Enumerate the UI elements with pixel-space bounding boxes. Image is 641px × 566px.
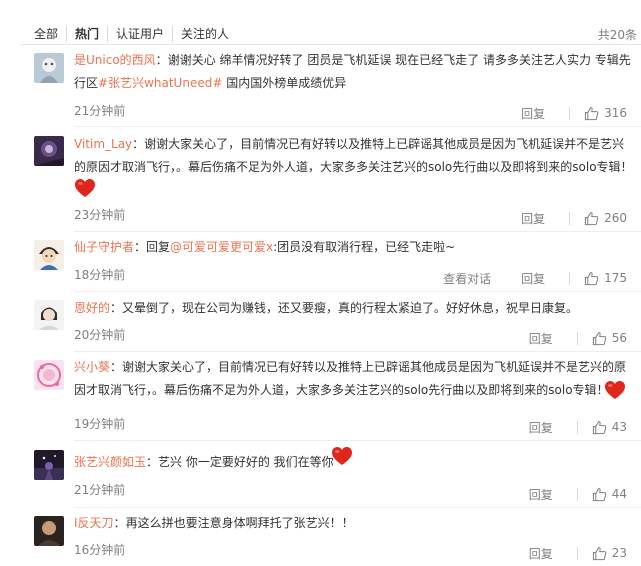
separator: ： bbox=[132, 137, 145, 151]
like-button[interactable]: 56 bbox=[592, 331, 627, 346]
comment-time: 16分钟前 bbox=[74, 543, 126, 557]
action-divider bbox=[576, 487, 578, 501]
like-button[interactable]: 23 bbox=[592, 546, 627, 561]
thumbs-up-icon bbox=[584, 106, 599, 120]
action-divider bbox=[576, 546, 578, 560]
separator: ： bbox=[155, 53, 168, 67]
thumbs-up-icon bbox=[584, 211, 599, 225]
comment-username[interactable]: Vitim_Lay bbox=[74, 137, 132, 151]
separator: ： bbox=[110, 301, 123, 315]
divider bbox=[74, 351, 641, 352]
like-count: 260 bbox=[604, 211, 627, 225]
hashtag-link[interactable]: #张艺兴whatUneed# bbox=[98, 76, 222, 90]
comment-time: 18分钟前 bbox=[74, 268, 126, 282]
avatar[interactable] bbox=[34, 53, 64, 83]
reply-button[interactable]: 回复 bbox=[529, 545, 553, 562]
like-button[interactable]: 44 bbox=[592, 487, 627, 502]
heart-emoji-icon bbox=[604, 380, 626, 400]
reply-button[interactable]: 回复 bbox=[529, 330, 553, 347]
thumbs-up-icon bbox=[592, 420, 606, 434]
comment-actions: 回复 56 bbox=[529, 328, 627, 348]
like-button[interactable]: 316 bbox=[584, 106, 627, 121]
action-divider bbox=[569, 271, 571, 285]
comment-time: 20分钟前 bbox=[74, 328, 126, 342]
comment-text: 再这么拼也要注意身体啊拜托了张艺兴！！ bbox=[125, 516, 354, 530]
comment-list: 是Unico的西风：谢谢关心 绵羊情况好转了 团员是飞机延误 现在已经飞走了 请… bbox=[0, 0, 641, 566]
like-count: 175 bbox=[604, 271, 627, 285]
like-count: 23 bbox=[611, 546, 627, 560]
reply-button[interactable]: 回复 bbox=[521, 210, 545, 227]
comment-time: 23分钟前 bbox=[74, 208, 126, 222]
like-count: 43 bbox=[611, 420, 627, 434]
avatar[interactable] bbox=[34, 240, 64, 270]
like-count: 56 bbox=[611, 331, 627, 345]
comment-username[interactable]: 兴小葵 bbox=[74, 360, 110, 374]
divider bbox=[74, 440, 641, 441]
comment-actions: 回复 43 bbox=[529, 417, 627, 437]
separator: ： bbox=[113, 516, 126, 530]
thumbs-up-icon bbox=[592, 331, 606, 345]
comment-text: 谢谢大家关心了，目前情况已有好转以及推特上已辟谣其他成员是因为飞机延误并不是艺兴… bbox=[74, 360, 627, 397]
action-divider bbox=[569, 106, 571, 120]
comment-actions: 回复 316 bbox=[521, 103, 627, 123]
avatar[interactable] bbox=[34, 360, 64, 390]
comment-time: 19分钟前 bbox=[74, 417, 126, 431]
comment-username[interactable]: 张艺兴颜如玉 bbox=[74, 455, 146, 469]
avatar[interactable] bbox=[34, 516, 64, 546]
like-button[interactable]: 260 bbox=[584, 211, 627, 226]
separator: ：回复 bbox=[134, 240, 171, 254]
comment-text: 艺兴 你一定要好好的 我们在等你 bbox=[158, 455, 334, 469]
comment-actions: 回复 260 bbox=[521, 208, 627, 228]
divider bbox=[74, 291, 641, 292]
thumbs-up-icon bbox=[592, 546, 606, 560]
comment-username[interactable]: 是Unico的西风 bbox=[74, 53, 156, 67]
action-divider bbox=[576, 420, 578, 434]
comment-username[interactable]: 仙子守护者 bbox=[74, 240, 134, 254]
avatar[interactable] bbox=[34, 300, 64, 330]
reply-button[interactable]: 回复 bbox=[521, 105, 545, 122]
comment-actions: 回复 23 bbox=[529, 543, 627, 563]
comment-body: I反天刀：再这么拼也要注意身体啊拜托了张艺兴！！ bbox=[74, 512, 634, 535]
comment-text: 谢谢大家关心了，目前情况已有好转以及推特上已辟谣其他成员是因为飞机延误并不是艺兴… bbox=[74, 137, 633, 174]
mention-link[interactable]: @可爱可爱更可爱x bbox=[170, 240, 273, 254]
comment-text: :团员没有取消行程，已经飞走啦~ bbox=[273, 240, 456, 254]
action-divider bbox=[569, 211, 571, 225]
thumbs-up-icon bbox=[584, 271, 599, 285]
comment-time: 21分钟前 bbox=[74, 483, 126, 497]
divider bbox=[74, 507, 641, 508]
comment-body: 仙子守护者：回复@可爱可爱更可爱x:团员没有取消行程，已经飞走啦~ bbox=[74, 236, 634, 259]
like-count: 44 bbox=[611, 487, 627, 501]
separator: ： bbox=[146, 455, 159, 469]
like-button[interactable]: 43 bbox=[592, 420, 627, 435]
like-button[interactable]: 175 bbox=[584, 271, 627, 286]
comment-body: 兴小葵：谢谢大家关心了，目前情况已有好转以及推特上已辟谣其他成员是因为飞机延误并… bbox=[74, 356, 634, 402]
divider bbox=[74, 126, 641, 127]
heart-emoji-icon bbox=[331, 446, 353, 466]
divider bbox=[74, 231, 641, 232]
reply-button[interactable]: 回复 bbox=[521, 270, 545, 287]
reply-button[interactable]: 回复 bbox=[529, 419, 553, 436]
comment-username[interactable]: 恩好的 bbox=[74, 301, 110, 315]
comment-actions: 回复 44 bbox=[529, 484, 627, 504]
comment-body: 恩好的：又晕倒了，现在公司为赚钱，还又要瘦，真的行程太紧迫了。好好休息，祝早日康… bbox=[74, 297, 634, 320]
comment-body: 是Unico的西风：谢谢关心 绵羊情况好转了 团员是飞机延误 现在已经飞走了 请… bbox=[74, 49, 634, 95]
comment-username[interactable]: I反天刀 bbox=[74, 516, 114, 530]
comment-actions: 查看对话 回复 175 bbox=[443, 268, 627, 288]
comment-time: 21分钟前 bbox=[74, 104, 126, 118]
separator: ： bbox=[110, 360, 123, 374]
avatar[interactable] bbox=[34, 136, 64, 166]
comment-text: 国内国外榜单成绩优异 bbox=[222, 76, 347, 90]
comment-body: Vitim_Lay：谢谢大家关心了，目前情况已有好转以及推特上已辟谣其他成员是因… bbox=[74, 133, 634, 179]
comment-text: 又晕倒了，现在公司为赚钱，还又要瘦，真的行程太紧迫了。好好休息，祝早日康复。 bbox=[122, 301, 579, 315]
reply-button[interactable]: 回复 bbox=[529, 486, 553, 503]
action-divider bbox=[576, 331, 578, 345]
like-count: 316 bbox=[604, 106, 627, 120]
view-dialog-button[interactable]: 查看对话 bbox=[443, 270, 491, 287]
avatar[interactable] bbox=[34, 450, 64, 480]
heart-emoji-icon bbox=[74, 178, 96, 198]
comment-body: 张艺兴颜如玉：艺兴 你一定要好好的 我们在等你 bbox=[74, 451, 634, 474]
thumbs-up-icon bbox=[592, 487, 606, 501]
